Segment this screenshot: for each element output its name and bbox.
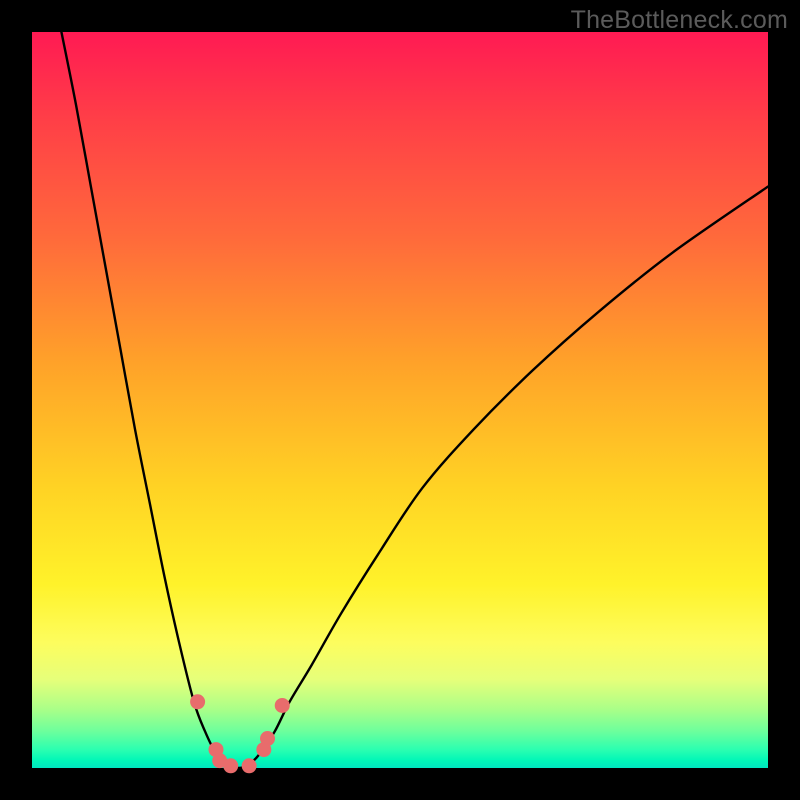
curve-marker: [275, 698, 290, 713]
curve-marker: [242, 758, 257, 773]
plot-area: [32, 32, 768, 768]
curve-marker: [190, 694, 205, 709]
curve-marker: [223, 758, 238, 773]
curve-marker: [260, 731, 275, 746]
bottleneck-curve: [61, 32, 768, 768]
curve-layer: [32, 32, 768, 768]
chart-frame: TheBottleneck.com: [0, 0, 800, 800]
watermark-label: TheBottleneck.com: [571, 6, 788, 35]
